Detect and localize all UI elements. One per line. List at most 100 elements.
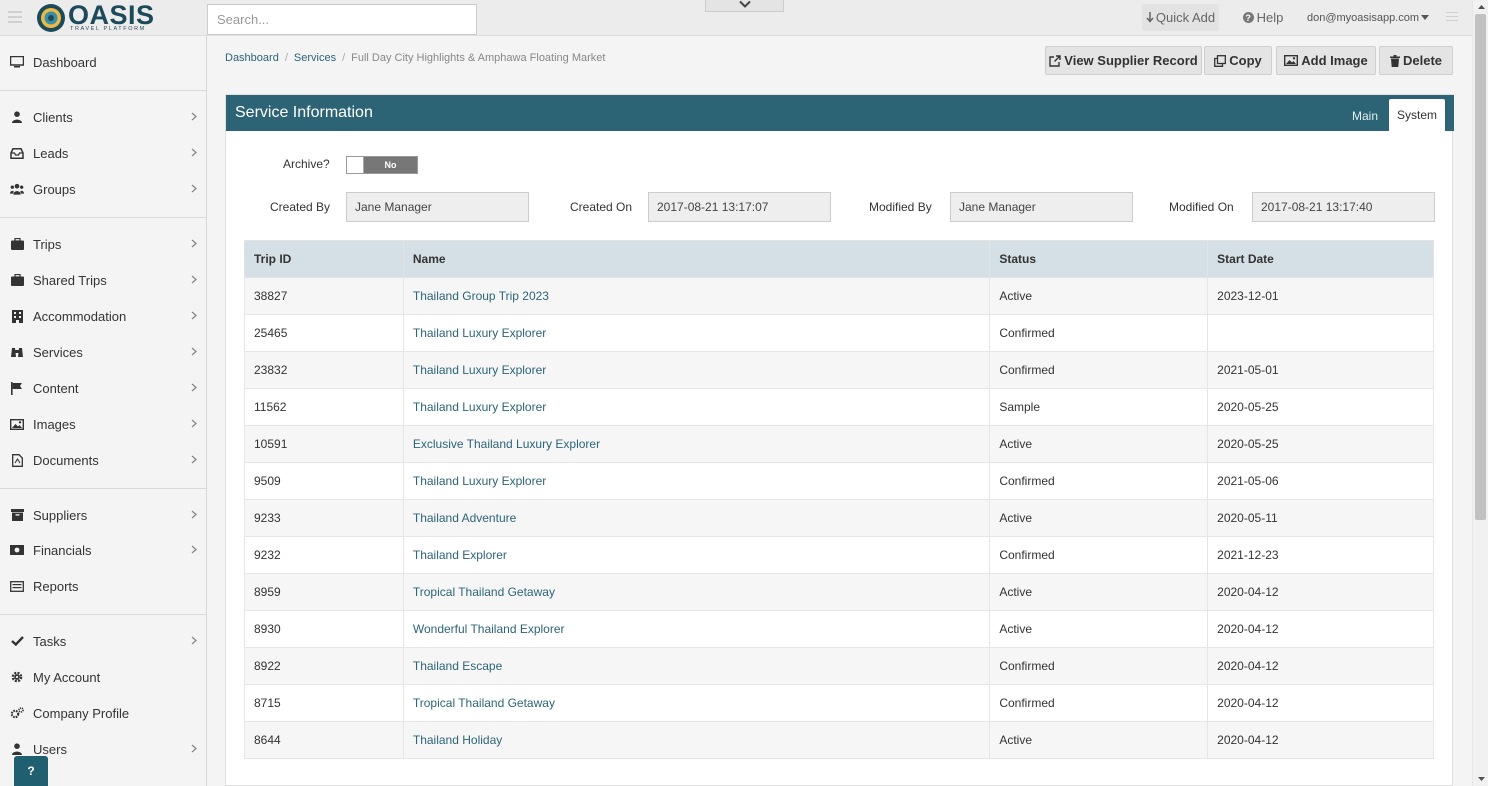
sidebar-item-documents[interactable]: Documents [0, 442, 206, 478]
trip-status-cell: Confirmed [989, 462, 1209, 500]
user-menu[interactable]: don@myoasisapp.com [1298, 4, 1438, 31]
trip-name-link[interactable]: Thailand Group Trip 2023 [413, 289, 549, 303]
trip-id-cell: 8959 [244, 573, 404, 611]
quick-add-button[interactable]: Quick Add [1142, 4, 1219, 31]
trip-start-date-cell: 2020-05-25 [1207, 425, 1434, 463]
sidebar-item-tasks[interactable]: Tasks [0, 623, 206, 659]
table-row: 10591 Exclusive Thailand Luxury Explorer A… [244, 425, 1434, 463]
money-icon [10, 543, 24, 557]
table-row: 25465 Thailand Luxury Explorer Confirmed [244, 314, 1434, 352]
sidebar-item-trips[interactable]: Trips [0, 226, 206, 262]
sidebar-divider [0, 488, 206, 489]
column-header-start-date[interactable]: Start Date [1207, 240, 1434, 278]
trip-start-date-cell: 2021-05-01 [1207, 351, 1434, 389]
logo[interactable]: OASIS TRAVEL PLATFORM [36, 0, 154, 34]
trip-name-link[interactable]: Thailand Escape [413, 659, 502, 673]
sidebar-item-content[interactable]: Content [0, 370, 206, 406]
sidebar-item-label: Users [33, 741, 67, 757]
user-icon [10, 742, 24, 756]
table-row: 11562 Thailand Luxury Explorer Sample 2020-… [244, 388, 1434, 426]
scroll-down-icon[interactable] [1473, 772, 1488, 786]
breadcrumb: Dashboard / Services / Full Day City Hig… [225, 52, 605, 64]
scroll-up-icon[interactable] [1473, 0, 1488, 14]
trip-start-date-cell: 2020-05-11 [1207, 499, 1434, 537]
trip-status-cell: Active [989, 573, 1209, 611]
column-header-name[interactable]: Name [402, 240, 991, 278]
menu-icon[interactable] [8, 11, 22, 23]
sidebar-item-leads[interactable]: Leads [0, 135, 206, 171]
column-header-trip-id[interactable]: Trip ID [244, 240, 404, 278]
table-header-row: Trip ID Name Status Start Date [244, 240, 1434, 278]
trip-status-cell: Active [989, 425, 1209, 463]
breadcrumb-dashboard[interactable]: Dashboard [225, 52, 279, 64]
sidebar-item-label: Tasks [33, 633, 67, 649]
trip-name-link[interactable]: Thailand Holiday [413, 733, 502, 747]
sidebar-item-accommodation[interactable]: Accommodation [0, 298, 206, 334]
right-panel-toggle-icon[interactable] [1446, 12, 1458, 22]
trip-name-link[interactable]: Tropical Thailand Getaway [413, 585, 555, 599]
copy-icon [1214, 54, 1227, 67]
trip-id-cell: 9233 [244, 499, 404, 537]
trip-status-cell: Active [989, 721, 1209, 759]
sidebar-item-company-profile[interactable]: Company Profile [0, 695, 206, 731]
trip-id-cell: 38827 [244, 277, 404, 315]
sidebar-item-services[interactable]: Services [0, 334, 206, 370]
flag-icon [10, 381, 24, 395]
view-supplier-record-button[interactable]: View Supplier Record [1045, 46, 1202, 75]
sidebar-item-reports[interactable]: Reports [0, 568, 206, 604]
sidebar-item-label: Dashboard [33, 54, 97, 70]
sidebar-divider [0, 90, 206, 91]
scroll-thumb[interactable] [1475, 14, 1486, 520]
column-header-status[interactable]: Status [989, 240, 1209, 278]
search-input[interactable] [207, 4, 477, 35]
tab-system[interactable]: System [1389, 99, 1445, 131]
sidebar-item-groups[interactable]: Groups [0, 171, 206, 207]
archive-label: Archive? [283, 157, 330, 171]
sidebar-item-shared-trips[interactable]: Shared Trips [0, 262, 206, 298]
sidebar-item-dashboard[interactable]: Dashboard [0, 44, 206, 80]
copy-button[interactable]: Copy [1204, 46, 1272, 75]
help-chat-button[interactable]: ? [14, 756, 48, 786]
chevron-right-icon [191, 239, 197, 248]
created-by-field: Jane Manager [346, 192, 529, 222]
trip-status-cell: Confirmed [989, 351, 1209, 389]
page-scrollbar[interactable] [1472, 0, 1488, 786]
trip-name-link[interactable]: Thailand Luxury Explorer [413, 400, 546, 414]
add-image-button[interactable]: Add Image [1276, 46, 1376, 75]
trip-name-link[interactable]: Thailand Luxury Explorer [413, 326, 546, 340]
sidebar-item-label: Accommodation [33, 308, 127, 324]
trip-name-cell: Thailand Group Trip 2023 [402, 277, 991, 315]
trip-name-link[interactable]: Thailand Luxury Explorer [413, 474, 546, 488]
trip-start-date-cell: 2020-04-12 [1207, 684, 1434, 722]
trip-name-link[interactable]: Thailand Luxury Explorer [413, 363, 546, 377]
trip-status-cell: Active [989, 277, 1209, 315]
trip-status-cell: Confirmed [989, 684, 1209, 722]
collapse-header-button[interactable] [705, 0, 784, 12]
chevron-right-icon [191, 184, 197, 193]
sidebar-item-financials[interactable]: Financials [0, 532, 206, 568]
trip-name-link[interactable]: Exclusive Thailand Luxury Explorer [413, 437, 600, 451]
breadcrumb-separator: / [342, 52, 346, 64]
trip-id-cell: 8930 [244, 610, 404, 648]
user-email: don@myoasisapp.com [1306, 11, 1420, 24]
trip-name-link[interactable]: Wonderful Thailand Explorer [413, 622, 565, 636]
breadcrumb-services[interactable]: Services [294, 52, 336, 64]
delete-button[interactable]: Delete [1379, 46, 1453, 75]
monitor-icon [10, 55, 24, 69]
chevron-right-icon [191, 455, 197, 464]
archive-toggle[interactable]: No [346, 156, 418, 174]
trip-status-cell: Confirmed [989, 536, 1209, 574]
help-button[interactable]: ? Help [1238, 4, 1288, 31]
trip-name-link[interactable]: Thailand Explorer [413, 548, 507, 562]
tab-main[interactable]: Main [1342, 101, 1388, 131]
trip-name-link[interactable]: Tropical Thailand Getaway [413, 696, 555, 710]
sidebar-item-my-account[interactable]: My Account [0, 659, 206, 695]
table-row: 9509 Thailand Luxury Explorer Confirmed 202… [244, 462, 1434, 500]
trip-name-link[interactable]: Thailand Adventure [413, 511, 516, 525]
sidebar-item-label: Shared Trips [33, 272, 107, 288]
sidebar-item-label: Content [33, 380, 79, 396]
sidebar-item-suppliers[interactable]: Suppliers [0, 497, 206, 533]
sidebar-item-label: Leads [33, 145, 69, 161]
sidebar-item-clients[interactable]: Clients [0, 99, 206, 135]
sidebar-item-images[interactable]: Images [0, 406, 206, 442]
